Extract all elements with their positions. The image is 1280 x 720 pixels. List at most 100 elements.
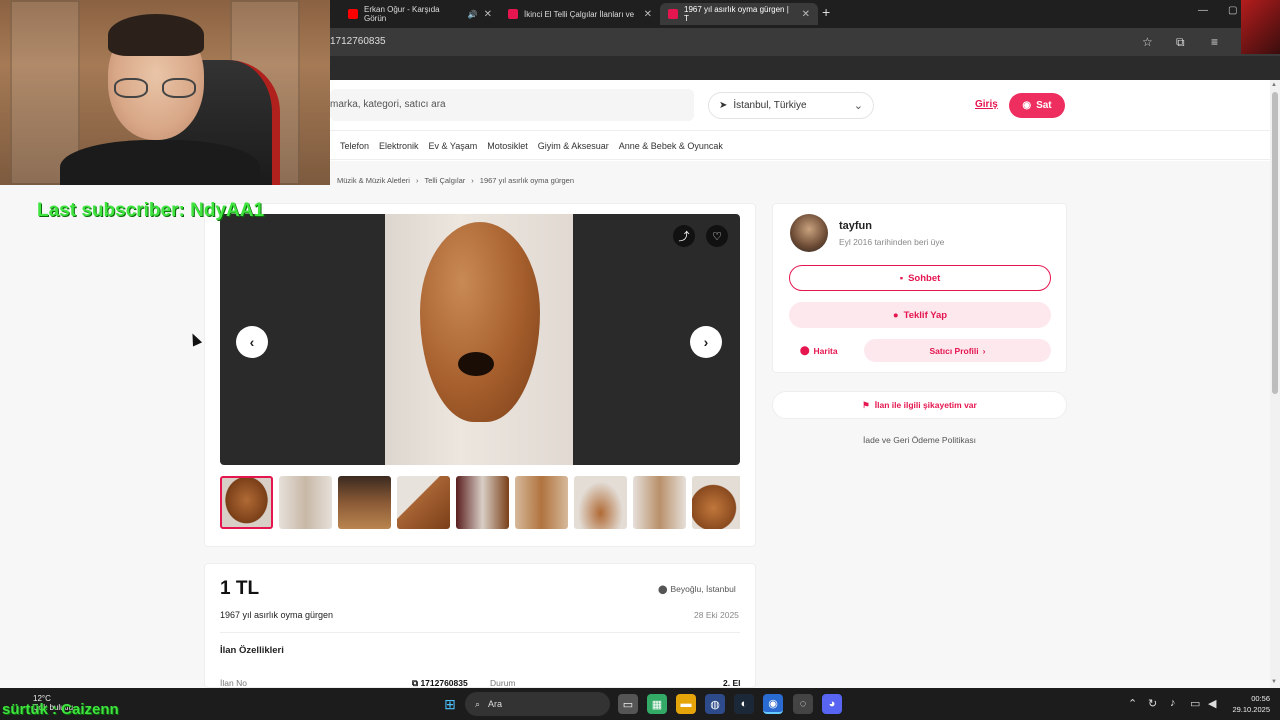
search-input[interactable]: marka, kategori, satıcı ara: [330, 89, 694, 121]
seller-name[interactable]: tayfun: [839, 220, 872, 232]
thumbnail[interactable]: [456, 476, 509, 529]
listing-id-label: İlan No: [220, 678, 247, 688]
thumbnail[interactable]: [220, 476, 273, 529]
refund-policy-link[interactable]: İade ve Geri Ödeme Politikası: [772, 435, 1067, 445]
thumbnail[interactable]: [397, 476, 450, 529]
location-label: İstanbul, Türkiye: [733, 100, 807, 111]
taskbar: [0, 688, 1280, 720]
display-icon[interactable]: ▭: [1190, 697, 1200, 710]
star-icon[interactable]: ☆: [1142, 35, 1153, 49]
close-tab-icon[interactable]: ✕: [644, 9, 652, 20]
extensions-icon[interactable]: ⧉: [1176, 35, 1185, 50]
chevron-up-icon[interactable]: ⌃: [1128, 697, 1137, 710]
report-button[interactable]: ⚑ İlan ile ilgili şikayetim var: [772, 391, 1067, 419]
member-since: Eyl 2016 tarihinden beri üye: [839, 237, 945, 247]
app-icon[interactable]: ◍: [705, 694, 725, 714]
maximize-icon[interactable]: ▢: [1228, 5, 1237, 16]
category-clothing[interactable]: Giyim & Aksesuar: [538, 141, 609, 151]
divider: [220, 632, 740, 633]
search-icon: ⌕: [475, 698, 481, 709]
app-icon[interactable]: ◌: [793, 694, 813, 714]
sell-label: Sat: [1036, 100, 1052, 111]
clock[interactable]: 00:56 29.10.2025: [1228, 693, 1270, 715]
product-photo: [385, 214, 573, 465]
breadcrumb-item[interactable]: Telli Çalgılar: [424, 176, 465, 185]
map-pin-icon: ⬤: [658, 584, 668, 594]
listing-id-text: 1712760835: [420, 678, 468, 688]
sell-button[interactable]: ◉ Sat: [1009, 93, 1065, 118]
task-view-icon[interactable]: ▭: [618, 694, 638, 714]
chevron-right-icon: ›: [415, 176, 419, 185]
condition-label: Durum: [490, 678, 516, 688]
chat-button[interactable]: ▪ Sohbet: [789, 265, 1051, 291]
camera-icon: ◉: [1022, 100, 1032, 111]
microphone-icon[interactable]: ♪: [1170, 697, 1176, 709]
chat-label: Sohbet: [908, 272, 941, 284]
volume-icon[interactable]: ◀: [1208, 697, 1216, 710]
file-explorer-icon[interactable]: ▬: [676, 694, 696, 714]
url-text[interactable]: 1712760835: [330, 36, 386, 47]
site-icon: [508, 9, 518, 19]
close-tab-icon[interactable]: ✕: [802, 9, 810, 20]
scroll-down-icon[interactable]: ▼: [1271, 679, 1277, 685]
profile-label: Satıcı Profili: [929, 345, 979, 356]
category-phone[interactable]: Telefon: [340, 141, 369, 151]
follower-overlay: sürtük : Caizenn: [2, 701, 119, 718]
category-electronics[interactable]: Elektronik: [379, 141, 419, 151]
avatar[interactable]: [790, 214, 828, 252]
tab-current-listing[interactable]: 1967 yıl asırlık oyma gürgen | T ✕: [660, 3, 818, 25]
listing-location: ⬤ Beyoğlu, İstanbul: [658, 584, 736, 595]
listing-title: 1967 yıl asırlık oyma gürgen: [220, 610, 334, 620]
new-tab-button[interactable]: +: [822, 4, 830, 20]
thumbnail[interactable]: [633, 476, 686, 529]
login-link[interactable]: Giriş: [975, 99, 998, 110]
windows-start-icon[interactable]: ⊞: [440, 694, 460, 714]
share-icon[interactable]: ⤴: [673, 225, 695, 247]
thumbnail[interactable]: [279, 476, 332, 529]
tab-label: Erkan Oğur - Karşıda Görün: [364, 5, 440, 23]
close-tab-icon[interactable]: ✕: [484, 9, 492, 20]
next-image-button[interactable]: ›: [690, 326, 722, 358]
sync-icon[interactable]: ↻: [1148, 697, 1157, 710]
category-motorcycle[interactable]: Motosiklet: [487, 141, 528, 151]
category-nav: Telefon Elektronik Ev & Yaşam Motosiklet…: [330, 132, 1270, 160]
make-offer-button[interactable]: ● Teklif Yap: [789, 302, 1051, 328]
minimize-icon[interactable]: —: [1198, 5, 1208, 16]
calculator-icon[interactable]: ▦: [647, 694, 667, 714]
taskbar-search[interactable]: ⌕ Ara: [465, 692, 610, 716]
map-label: Harita: [813, 345, 838, 356]
thumbnail[interactable]: [692, 476, 740, 529]
scrollbar-thumb[interactable]: [1272, 92, 1278, 394]
chrome-icon[interactable]: ◉: [763, 694, 783, 714]
breadcrumb-item: 1967 yıl asırlık oyma gürgen: [479, 176, 575, 185]
discord-icon[interactable]: ◕: [822, 694, 842, 714]
seller-profile-button[interactable]: Satıcı Profili ›: [864, 339, 1051, 362]
reading-list-icon[interactable]: ≡: [1211, 35, 1218, 49]
price: 1 TL: [220, 578, 260, 599]
speaker-icon[interactable]: 🔊: [468, 10, 478, 19]
thumbnail[interactable]: [574, 476, 627, 529]
map-link[interactable]: ⬤ Harita: [800, 345, 838, 356]
thumbnail[interactable]: [338, 476, 391, 529]
tab-youtube[interactable]: Erkan Oğur - Karşıda Görün 🔊 ✕: [340, 3, 500, 25]
location-selector[interactable]: ➤ İstanbul, Türkiye ⌄: [708, 92, 874, 119]
thumbnail[interactable]: [515, 476, 568, 529]
flag-icon: ⚑: [862, 399, 870, 410]
tab-label: 1967 yıl asırlık oyma gürgen | T: [684, 5, 789, 23]
previous-image-button[interactable]: ‹: [236, 326, 268, 358]
category-baby[interactable]: Anne & Bebek & Oyuncak: [619, 141, 723, 151]
main-product-image[interactable]: [220, 214, 740, 465]
steam-icon[interactable]: ◐: [734, 694, 754, 714]
heart-icon[interactable]: ♡: [706, 225, 728, 247]
location-text: Beyoğlu, İstanbul: [670, 584, 736, 594]
offer-icon: ●: [892, 309, 899, 321]
tab-listings[interactable]: İkinci El Telli Çalgılar İlanları ve ✕: [500, 3, 660, 25]
category-home[interactable]: Ev & Yaşam: [429, 141, 478, 151]
offer-label: Teklif Yap: [903, 309, 948, 321]
scroll-up-icon[interactable]: ▲: [1271, 82, 1277, 88]
site-icon: [668, 9, 678, 19]
breadcrumb-item[interactable]: Müzik & Müzik Aletleri: [337, 176, 410, 185]
webcam-overlay: [0, 0, 330, 185]
site-header: marka, kategori, satıcı ara ➤ İstanbul, …: [330, 80, 1270, 131]
report-label: İlan ile ilgili şikayetim var: [874, 400, 977, 410]
